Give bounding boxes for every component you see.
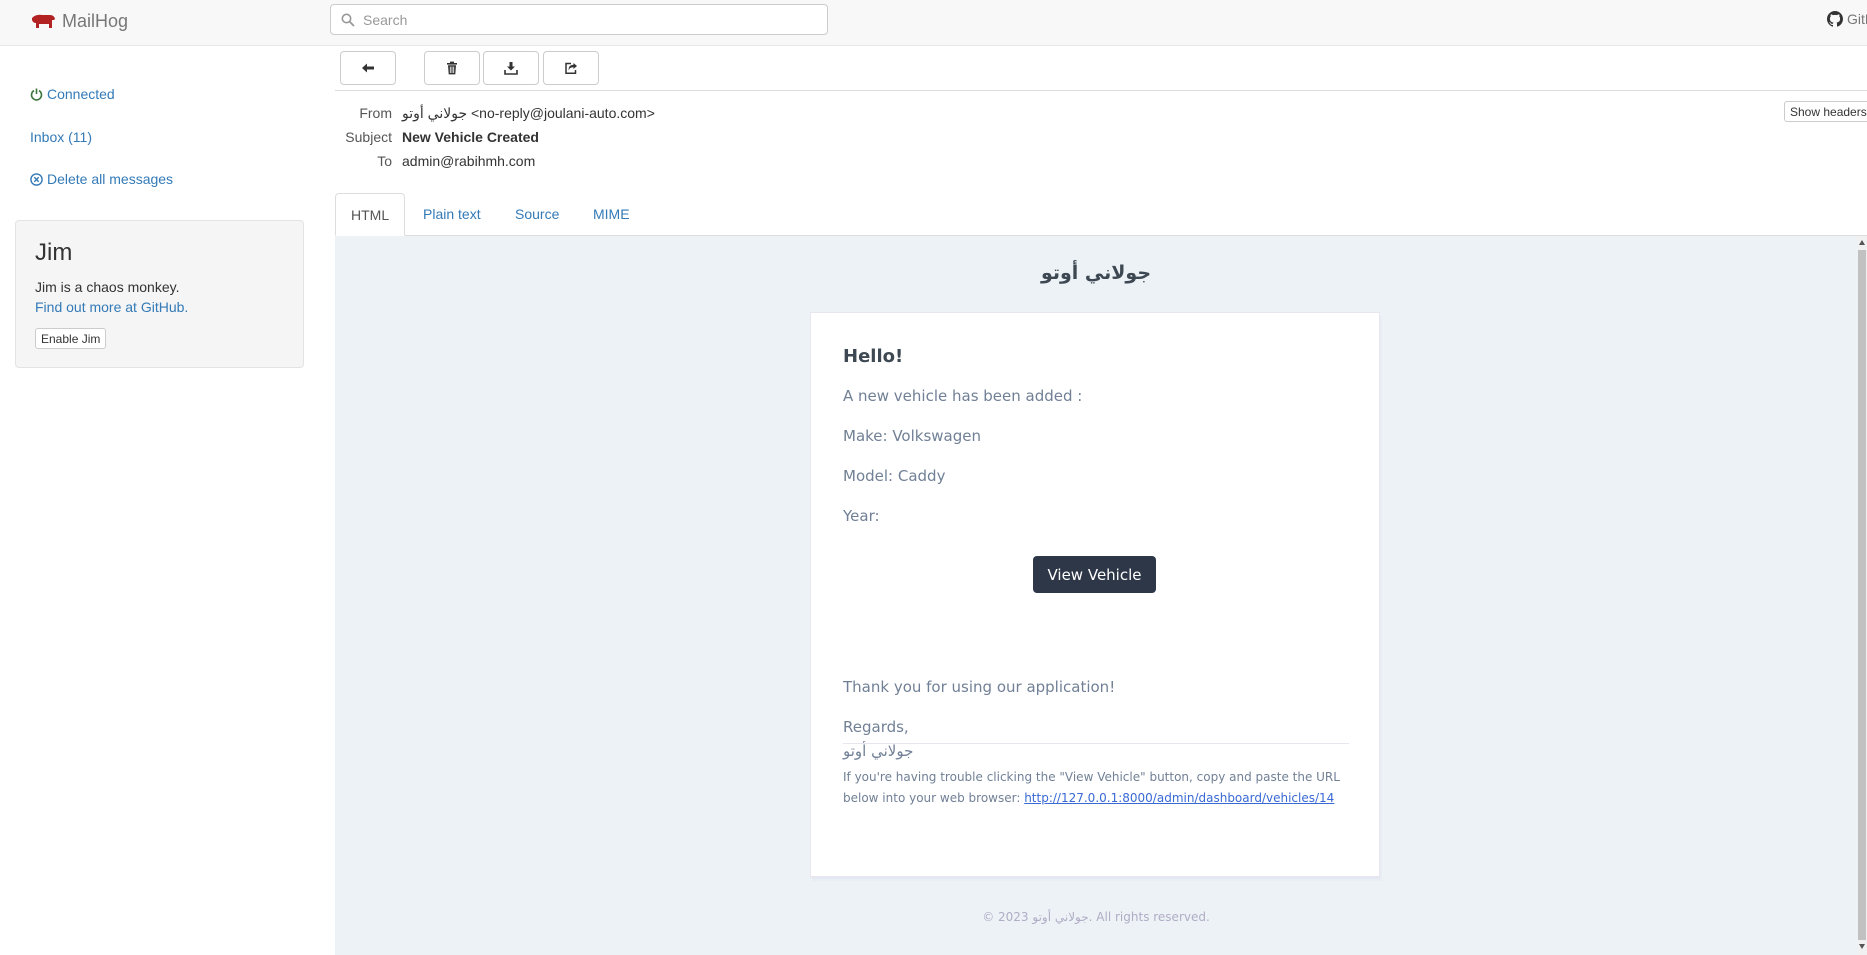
search-icon <box>341 13 355 27</box>
email-regards: Regards, <box>843 718 909 736</box>
email-app-title: جولاني أوتو <box>1040 262 1152 284</box>
scroll-up-arrow-icon[interactable] <box>1859 240 1865 245</box>
email-make: Make: Volkswagen <box>843 427 981 445</box>
email-intro: A new vehicle has been added : <box>843 387 1083 405</box>
email-divider <box>843 743 1349 744</box>
email-trouble-note: If you're having trouble clicking the "V… <box>843 767 1351 809</box>
arrow-left-icon <box>362 63 374 73</box>
email-card: Hello! A new vehicle has been added : Ma… <box>810 312 1380 877</box>
power-icon <box>30 88 43 101</box>
show-headers-button[interactable]: Show headers <box>1784 101 1867 122</box>
toolbar-divider <box>335 90 1867 91</box>
connection-status[interactable]: Connected <box>30 86 115 102</box>
back-button[interactable] <box>340 51 396 85</box>
tab-mime[interactable]: MIME <box>578 193 645 235</box>
to-value: admin@rabihmh.com <box>402 153 536 169</box>
email-signature: جولاني أوتو <box>843 742 914 760</box>
email-preview: جولاني أوتو Hello! A new vehicle has bee… <box>335 236 1857 955</box>
delete-all-label: Delete all messages <box>47 171 174 187</box>
brand[interactable]: MailHog <box>30 0 128 42</box>
email-year: Year: <box>843 507 880 525</box>
share-icon <box>565 62 577 75</box>
delete-all-link[interactable]: Delete all messages <box>30 171 173 187</box>
preview-scrollbar[interactable] <box>1857 236 1867 955</box>
hog-logo-icon <box>32 14 55 28</box>
inbox-link[interactable]: Inbox (11) <box>30 129 92 145</box>
tab-source[interactable]: Source <box>500 193 574 235</box>
github-link[interactable]: GitHub <box>1827 11 1867 27</box>
email-footer: © 2023 جولاني أوتو. All rights reserved. <box>982 910 1210 924</box>
vehicle-url-link[interactable]: http://127.0.0.1:8000/admin/dashboard/ve… <box>1024 791 1334 805</box>
jim-description: Jim is a chaos monkey. <box>35 279 180 295</box>
message-tabs: HTML Plain text Source MIME <box>335 193 1867 236</box>
jim-title: Jim <box>35 239 73 266</box>
from-value: جولاني أوتو <no-reply@joulani-auto.com> <box>402 105 655 121</box>
circle-x-icon <box>30 172 43 186</box>
email-thanks: Thank you for using our application! <box>843 678 1116 696</box>
from-label: From <box>359 105 392 121</box>
tab-html[interactable]: HTML <box>335 193 406 236</box>
download-button[interactable] <box>483 51 539 85</box>
email-greeting: Hello! <box>843 346 904 367</box>
enable-jim-button[interactable]: Enable Jim <box>35 328 107 349</box>
tab-plain-text[interactable]: Plain text <box>408 193 496 235</box>
delete-button[interactable] <box>424 51 480 85</box>
subject-value: New Vehicle Created <box>402 129 539 145</box>
navbar: MailHog GitHub <box>0 0 1867 46</box>
trash-icon <box>447 61 457 75</box>
github-label: GitHub <box>1847 11 1867 27</box>
connected-label: Connected <box>47 86 115 102</box>
jim-github-link[interactable]: Find out more at GitHub. <box>35 299 188 315</box>
jim-panel: Jim Jim is a chaos monkey. Find out more… <box>15 220 304 368</box>
subject-label: Subject <box>345 129 392 145</box>
github-icon <box>1827 11 1843 27</box>
release-button[interactable] <box>543 51 599 85</box>
search-input[interactable] <box>361 10 805 29</box>
view-vehicle-button[interactable]: View Vehicle <box>1033 556 1156 593</box>
brand-name: MailHog <box>62 10 129 31</box>
email-model: Model: Caddy <box>843 467 946 485</box>
scroll-down-arrow-icon[interactable] <box>1859 944 1865 949</box>
search-box[interactable] <box>330 4 828 35</box>
download-icon <box>504 62 518 75</box>
scrollbar-thumb[interactable] <box>1858 250 1866 940</box>
to-label: To <box>377 153 392 169</box>
